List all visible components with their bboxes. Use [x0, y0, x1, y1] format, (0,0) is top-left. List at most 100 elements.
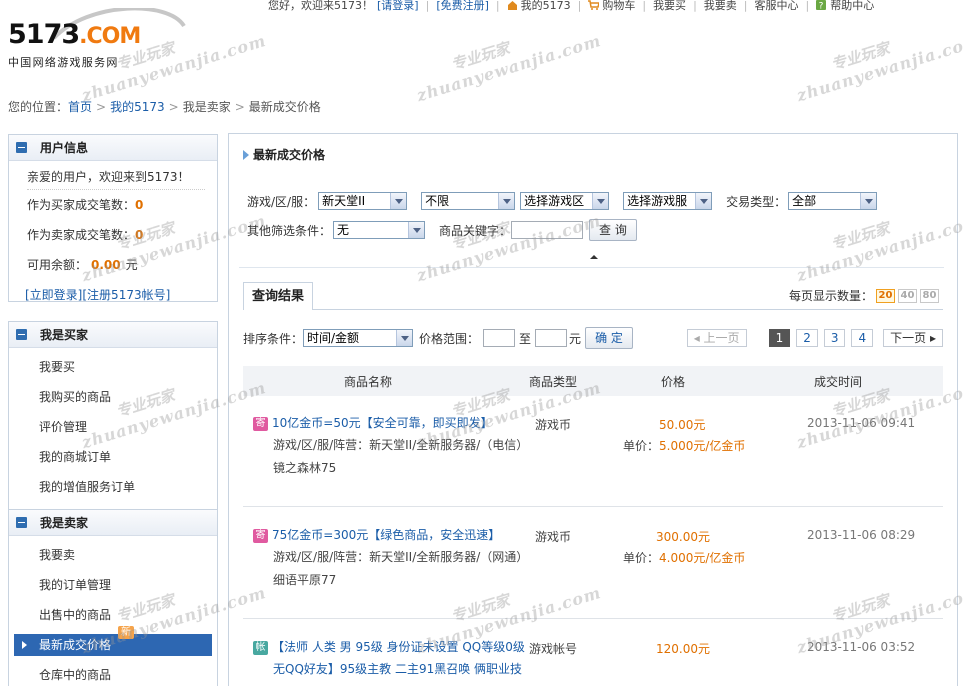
consign-tag: 寄 — [253, 417, 268, 431]
buyer-count-label: 作为买家成交笔数： — [27, 198, 136, 212]
column-header-time: 成交时间 — [813, 374, 862, 389]
unit-price-label: 单价： — [623, 439, 660, 453]
watermark: 专业玩家 zhuanyewanjia.com — [408, 11, 603, 105]
register-account-link[interactable]: [注册5173帐号] — [82, 288, 170, 302]
logo-subtitle: 中国网络游戏服务网 — [8, 56, 119, 69]
new-badge: 新 — [118, 626, 134, 639]
chevron-down-icon — [860, 193, 877, 209]
chevron-left-icon: ◂ — [693, 331, 700, 345]
next-page-button[interactable]: 下一页 ▸ — [883, 329, 943, 347]
collapse-icon[interactable] — [16, 329, 27, 340]
item-server: 游戏/区/服/阵营：新天堂II/全新服务器/（网通） — [273, 550, 529, 564]
sidebar-item-sell[interactable]: 我要卖 — [9, 540, 217, 570]
item-unit-price: 单价：5.000元/亿金币 — [623, 437, 745, 454]
sidebar-item-buy[interactable]: 我要买 — [9, 352, 217, 382]
tab-results[interactable]: 查询结果 — [243, 282, 313, 310]
keyword-input[interactable] — [511, 221, 584, 239]
item-extra: 镜之森林75 — [273, 461, 337, 475]
buyer-menu-panel: 我是买家 我要买 我购买的商品 评价管理 我的商城订单 我的增值服务订单 — [8, 321, 218, 511]
prev-page-button[interactable]: ◂ 上一页 — [686, 329, 747, 347]
buyer-count-row: 作为买家成交笔数：0 — [27, 190, 217, 220]
sort-select[interactable]: 时间/金额 — [303, 329, 414, 347]
sidebar-item-mall-orders[interactable]: 我的商城订单 — [9, 442, 217, 472]
collapse-filters-icon[interactable] — [590, 255, 598, 259]
seller-menu-header[interactable]: 我是卖家 — [9, 510, 217, 536]
sidebar-item-purchased[interactable]: 我购买的商品 — [9, 382, 217, 412]
sidebar-item-label: 最新成交价格 — [39, 638, 112, 652]
buy-link[interactable]: 我要买 — [653, 0, 686, 13]
login-link[interactable]: [请登录] — [377, 0, 419, 13]
breadcrumb-separator: > — [168, 100, 179, 114]
sort-row: 排序条件： 时间/金额 价格范围： 至 元 确 定 — [243, 327, 633, 349]
service-link[interactable]: 客服中心 — [755, 0, 799, 13]
cart-link[interactable]: 购物车 — [588, 0, 635, 13]
top-navigation: 您好，欢迎来5173！ [请登录] | [免费注册] | 我的5173 | 购物… — [268, 0, 874, 13]
item-title-continued[interactable]: 无QQ好友】95级主教 二主91黑召唤 俩职业技 — [273, 660, 522, 677]
watermark: 专业玩家 zhuanyewanjia.com — [788, 11, 964, 105]
sidebar-item-order-management[interactable]: 我的订单管理 — [9, 570, 217, 600]
seller-menu-panel: 我是卖家 我要卖 我的订单管理 出售中的商品 最新成交价格新 仓库中的商品 — [8, 509, 218, 686]
sidebar-item-value-added-orders[interactable]: 我的增值服务订单 — [9, 472, 217, 502]
page-number[interactable]: 2 — [796, 329, 818, 347]
item-extra: 细语平原77 — [273, 573, 337, 587]
user-info-header[interactable]: 用户信息 — [9, 135, 217, 161]
collapse-icon[interactable] — [16, 517, 27, 528]
my5173-link[interactable]: 我的5173 — [507, 0, 571, 13]
item-server: 游戏/区/服/阵营：新天堂II/全新服务器/（电信） — [273, 438, 529, 452]
logo-suffix: .COM — [79, 24, 141, 49]
home-icon — [507, 1, 517, 10]
price-unit: 元 — [569, 331, 582, 346]
zone-select[interactable]: 选择游戏区 — [520, 192, 610, 210]
per-page-option[interactable]: 40 — [898, 288, 917, 303]
breadcrumb: 您的位置：首页 > 我的5173 > 我是卖家 > 最新成交价格 — [8, 98, 321, 115]
page-number[interactable]: 3 — [823, 329, 846, 347]
pagination: ◂ 上一页 1 2 3 4 下一页 ▸ — [681, 329, 943, 347]
sell-link[interactable]: 我要卖 — [704, 0, 737, 13]
sort-select-value: 时间/金额 — [307, 331, 360, 345]
buyer-menu-header[interactable]: 我是买家 — [9, 322, 217, 348]
account-links: [立即登录][注册5173帐号] — [25, 280, 217, 310]
server-select-value: 选择游戏服 — [627, 194, 688, 208]
server-select[interactable]: 选择游戏服 — [623, 192, 713, 210]
watermark-line2: zhuanyewanjia.com — [414, 30, 604, 106]
area-select[interactable]: 不限 — [421, 192, 516, 210]
sidebar-item-latest-prices[interactable]: 最新成交价格新 — [14, 626, 212, 656]
collapse-icon[interactable] — [16, 142, 27, 153]
price-min-input[interactable] — [483, 329, 516, 347]
per-page-option[interactable]: 20 — [876, 288, 895, 303]
breadcrumb-home[interactable]: 首页 — [68, 100, 92, 114]
watermark-line1: 专业玩家 — [829, 38, 892, 74]
help-link[interactable]: ? 帮助中心 — [816, 0, 874, 13]
other-filter-select[interactable]: 无 — [333, 221, 426, 239]
zone-select-value: 选择游戏区 — [524, 194, 585, 208]
sidebar-item-warehouse[interactable]: 仓库中的商品 — [9, 660, 217, 686]
price-max-input[interactable] — [535, 329, 568, 347]
search-button[interactable]: 查 询 — [589, 219, 637, 241]
item-title-link[interactable]: 10亿金币=50元【安全可靠，即买即发】 — [272, 416, 493, 430]
page-number[interactable]: 4 — [851, 329, 874, 347]
per-page-option[interactable]: 80 — [920, 288, 939, 303]
user-info-title: 用户信息 — [40, 141, 89, 155]
seller-count-value: 0 — [135, 228, 144, 242]
item-title-link[interactable]: 75亿金币=300元【绿色商品，安全迅速】 — [272, 528, 500, 542]
column-header-name: 商品名称 — [343, 374, 392, 389]
balance-value: 0.00 — [91, 258, 121, 272]
register-link[interactable]: [免费注册] — [436, 0, 489, 13]
sidebar-item-reviews[interactable]: 评价管理 — [9, 412, 217, 442]
filter-row-other: 其他筛选条件： 无 商品关键字： 查 询 — [247, 219, 637, 241]
game-select[interactable]: 新天堂II — [318, 192, 408, 210]
unit-price-value: 5.000元/亿金币 — [659, 439, 746, 453]
column-header-type: 商品类型 — [528, 374, 577, 389]
item-title-link[interactable]: 【法师 人类 男 95级 身份证未设置 QQ等级0级 — [272, 640, 525, 654]
column-header-price: 价格 — [660, 374, 685, 389]
page-number[interactable]: 1 — [768, 329, 791, 347]
consign-tag: 寄 — [253, 529, 268, 543]
trade-type-select[interactable]: 全部 — [788, 192, 878, 210]
game-filter-label: 游戏/区/服： — [247, 194, 316, 209]
confirm-button[interactable]: 确 定 — [585, 327, 633, 349]
site-logo[interactable]: 5173.COM 中国网络游戏服务网 — [8, 8, 188, 72]
breadcrumb-my5173[interactable]: 我的5173 — [110, 100, 165, 114]
sidebar-item-on-sale[interactable]: 出售中的商品 — [9, 600, 217, 630]
per-page-label: 每页显示数量： — [788, 289, 873, 303]
login-now-link[interactable]: [立即登录] — [25, 288, 82, 302]
